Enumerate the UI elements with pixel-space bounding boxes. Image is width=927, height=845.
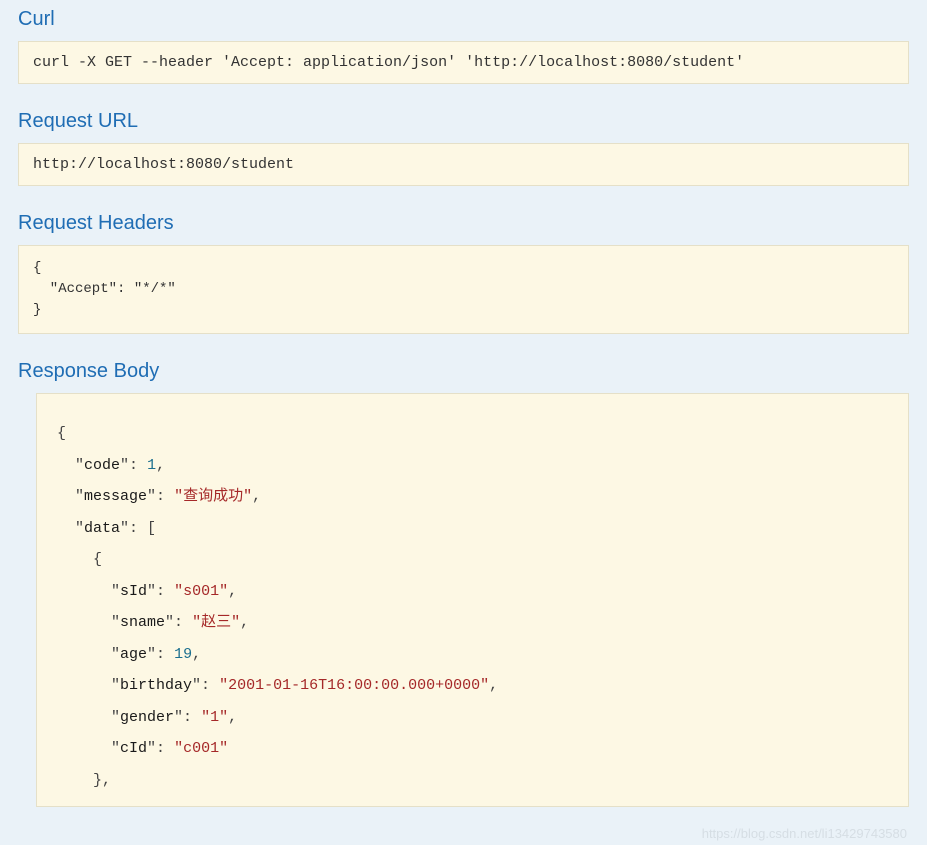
json-key-data: data: [84, 520, 120, 537]
json-val-sname: 赵三: [201, 614, 231, 631]
watermark: https://blog.csdn.net/li13429743580: [702, 826, 907, 841]
json-val-gender: 1: [210, 709, 219, 726]
json-key-sid: sId: [120, 583, 147, 600]
response-body-section: Response Body { "code": 1, "message": "查…: [0, 352, 927, 807]
json-key-message: message: [84, 488, 147, 505]
request-url-code-block[interactable]: http://localhost:8080/student: [18, 143, 909, 186]
request-headers-heading: Request Headers: [0, 204, 927, 245]
response-body-heading: Response Body: [0, 352, 927, 393]
curl-code-block[interactable]: curl -X GET --header 'Accept: applicatio…: [18, 41, 909, 84]
json-val-cid: c001: [183, 740, 219, 757]
json-key-age: age: [120, 646, 147, 663]
json-val-birthday: 2001-01-16T16:00:00.000+0000: [228, 677, 480, 694]
json-val-age: 19: [174, 646, 192, 663]
json-val-sid: s001: [183, 583, 219, 600]
json-key-code: code: [84, 457, 120, 474]
json-key-gender: gender: [120, 709, 174, 726]
request-url-section: Request URL http://localhost:8080/studen…: [0, 102, 927, 186]
json-val-code: 1: [147, 457, 156, 474]
request-headers-section: Request Headers { "Accept": "*/*" }: [0, 204, 927, 334]
curl-heading: Curl: [0, 0, 927, 41]
request-headers-code-block[interactable]: { "Accept": "*/*" }: [18, 245, 909, 334]
json-key-birthday: birthday: [120, 677, 192, 694]
request-url-heading: Request URL: [0, 102, 927, 143]
json-key-cid: cId: [120, 740, 147, 757]
curl-section: Curl curl -X GET --header 'Accept: appli…: [0, 0, 927, 84]
json-key-sname: sname: [120, 614, 165, 631]
response-body-code-block[interactable]: { "code": 1, "message": "查询成功", "data": …: [36, 393, 909, 807]
json-val-message: 查询成功: [183, 488, 243, 505]
